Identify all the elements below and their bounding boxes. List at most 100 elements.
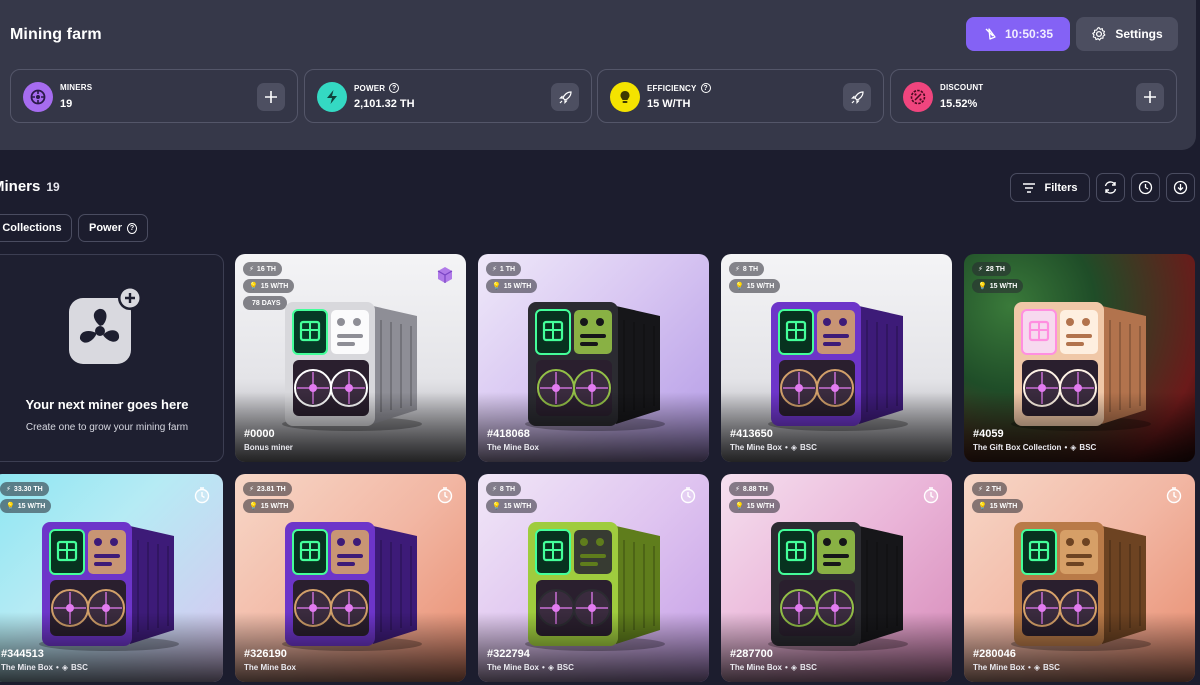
miner-collection: The Mine Box • ◈ BSC <box>730 663 817 672</box>
miner-icon <box>23 82 53 112</box>
miner-badges: ⚡ 8 TH 💡 15 W/TH <box>486 482 538 513</box>
power-badge: ⚡ 2 TH <box>972 482 1008 496</box>
miner-id: #413650 <box>730 428 773 440</box>
miners-count: 19 <box>46 180 60 194</box>
collection-name: The Gift Box Collection <box>973 443 1062 452</box>
collection-name: The Mine Box <box>244 663 297 672</box>
help-icon[interactable]: ? <box>700 83 711 93</box>
bolt-icon: ⚡ <box>6 486 11 493</box>
stat-card-power: POWER ? 2,101.32 TH <box>304 69 592 123</box>
badge-text: 15 W/TH <box>503 282 532 290</box>
collections-filter-chip[interactable]: Collections <box>0 214 72 242</box>
bulb-icon: 💡 <box>6 503 15 510</box>
collection-name: Bonus miner <box>244 443 293 452</box>
power-badge: ⚡ 23.81 TH <box>243 482 292 496</box>
miner-id: #280046 <box>973 648 1016 660</box>
filters-button[interactable]: Filters <box>1010 173 1090 202</box>
miner-badges: ⚡ 2 TH 💡 15 W/TH <box>972 482 1024 513</box>
bulb-icon: 💡 <box>735 503 744 510</box>
power-badge: ⚡ 1 TH <box>486 262 522 276</box>
miner-badges: ⚡ 8.88 TH 💡 15 W/TH <box>729 482 781 513</box>
miner-id: #326190 <box>244 648 287 660</box>
miner-collection: The Mine Box <box>244 663 296 672</box>
stopwatch-icon <box>680 487 696 504</box>
create-miner-card[interactable]: Your next miner goes here Create one to … <box>0 254 224 462</box>
efficiency-badge: 💡 15 W/TH <box>486 279 538 293</box>
miner-card[interactable]: ⚡ 16 TH 💡 15 W/TH 78 DAYS #0000 Bonus miner <box>235 254 466 462</box>
badge-text: 15 W/TH <box>17 502 46 510</box>
plus-icon <box>1144 91 1156 103</box>
refresh-button[interactable] <box>1096 173 1125 202</box>
bulb-icon: 💡 <box>735 283 744 290</box>
miner-card[interactable]: ⚡ 1 TH 💡 15 W/TH #418068 The Mine Box <box>478 254 709 462</box>
miner-collection: Bonus miner <box>244 443 293 452</box>
badge-text: 15 W/TH <box>503 502 532 510</box>
badge-text: 16 TH <box>256 265 276 273</box>
miner-card[interactable]: ⚡ 8 TH 💡 15 W/TH #413650 The Mine Box • ◈ BS… <box>721 254 952 462</box>
efficiency-badge: 💡 15 W/TH <box>486 499 538 513</box>
miner-card[interactable]: ⚡ 23.81 TH 💡 15 W/TH #326190 The Mine Box <box>235 474 466 682</box>
timer-button[interactable]: 10:50:35 <box>966 17 1070 51</box>
badge-text: 15 W/TH <box>989 502 1018 510</box>
badge-text: 15 W/TH <box>746 282 775 290</box>
efficiency-badge: 💡 15 W/TH <box>972 499 1024 513</box>
miner-collection: The Mine Box • ◈ BSC <box>1 663 88 672</box>
miner-id: #0000 <box>244 428 275 440</box>
stat-card-miners: MINERS 19 <box>10 69 298 123</box>
miner-card[interactable]: ⚡ 8 TH 💡 15 W/TH #322794 The Mine Box • ◈ BS… <box>478 474 709 682</box>
help-icon[interactable]: ? <box>389 83 400 93</box>
boost-efficiency-button[interactable] <box>843 83 871 111</box>
miner-collection: The Mine Box • ◈ BSC <box>730 443 817 452</box>
timer-label: 10:50:35 <box>1004 27 1054 41</box>
bolt-icon: ⚡ <box>492 266 497 273</box>
filters-label: Filters <box>1044 181 1078 194</box>
power-badge: ⚡ 8.88 TH <box>729 482 774 496</box>
bulb-icon <box>610 82 640 112</box>
settings-label: Settings <box>1115 27 1163 41</box>
boost-power-button[interactable] <box>551 83 579 111</box>
miner-card[interactable]: ⚡ 2 TH 💡 15 W/TH #280046 The Mine Box • ◈ BS… <box>964 474 1195 682</box>
badge-text: 15 W/TH <box>260 502 289 510</box>
settings-button[interactable]: Settings <box>1076 17 1178 51</box>
miner-card[interactable]: ⚡ 28 TH 💡 15 W/TH #4059 The Gift Box Collec… <box>964 254 1195 462</box>
bolt-icon: ⚡ <box>978 266 983 273</box>
efficiency-badge: 💡 15 W/TH <box>243 279 295 293</box>
history-button[interactable] <box>1131 173 1160 202</box>
badge-text: 15 W/TH <box>260 282 289 290</box>
add-miner-button[interactable] <box>257 83 285 111</box>
add-discount-button[interactable] <box>1136 83 1164 111</box>
miner-id: #344513 <box>1 648 44 660</box>
miner-card[interactable]: ⚡ 8.88 TH 💡 15 W/TH #287700 The Mine Box • … <box>721 474 952 682</box>
power-filter-chip[interactable]: Power ? <box>78 214 148 242</box>
miner-id: #418068 <box>487 428 530 440</box>
fan-plus-icon <box>69 286 142 364</box>
farm-summary-panel: Mining farm 10:50:35 Settings MINERS 19 … <box>0 0 1196 150</box>
stat-card-discount: DISCOUNT 15.52% <box>890 69 1177 123</box>
collection-name: The Mine Box <box>1 663 54 672</box>
chain-name: BSC <box>70 663 88 672</box>
download-button[interactable] <box>1166 173 1195 202</box>
efficiency-badge: 💡 15 W/TH <box>729 499 781 513</box>
chain-name: BSC <box>799 443 817 452</box>
chain-name: BSC <box>1079 443 1097 452</box>
miner-collection: The Mine Box <box>487 443 539 452</box>
rocket-icon <box>850 90 864 104</box>
efficiency-badge: 💡 15 W/TH <box>243 499 295 513</box>
miner-badges: ⚡ 28 TH 💡 15 W/TH <box>972 262 1024 293</box>
stat-value: 15.52% <box>940 98 978 110</box>
miner-collection: The Mine Box • ◈ BSC <box>487 663 574 672</box>
chip-label: Power <box>89 222 123 234</box>
miners-heading: Miners 19 <box>0 178 60 195</box>
stopwatch-icon <box>194 487 210 504</box>
chain-name: BSC <box>799 663 817 672</box>
miner-card[interactable]: ⚡ 33.30 TH 💡 15 W/TH #344513 The Mine Box •… <box>0 474 223 682</box>
bolt-icon: ⚡ <box>978 486 983 493</box>
stat-value: 15 W/TH <box>647 98 691 110</box>
bolt-icon <box>317 82 347 112</box>
stopwatch-icon <box>923 487 939 504</box>
efficiency-badge: 💡 15 W/TH <box>729 279 781 293</box>
collection-name: The Mine Box <box>973 663 1026 672</box>
miner-id: #4059 <box>973 428 1004 440</box>
section-title: Miners <box>0 178 41 195</box>
bulb-icon: 💡 <box>249 503 258 510</box>
